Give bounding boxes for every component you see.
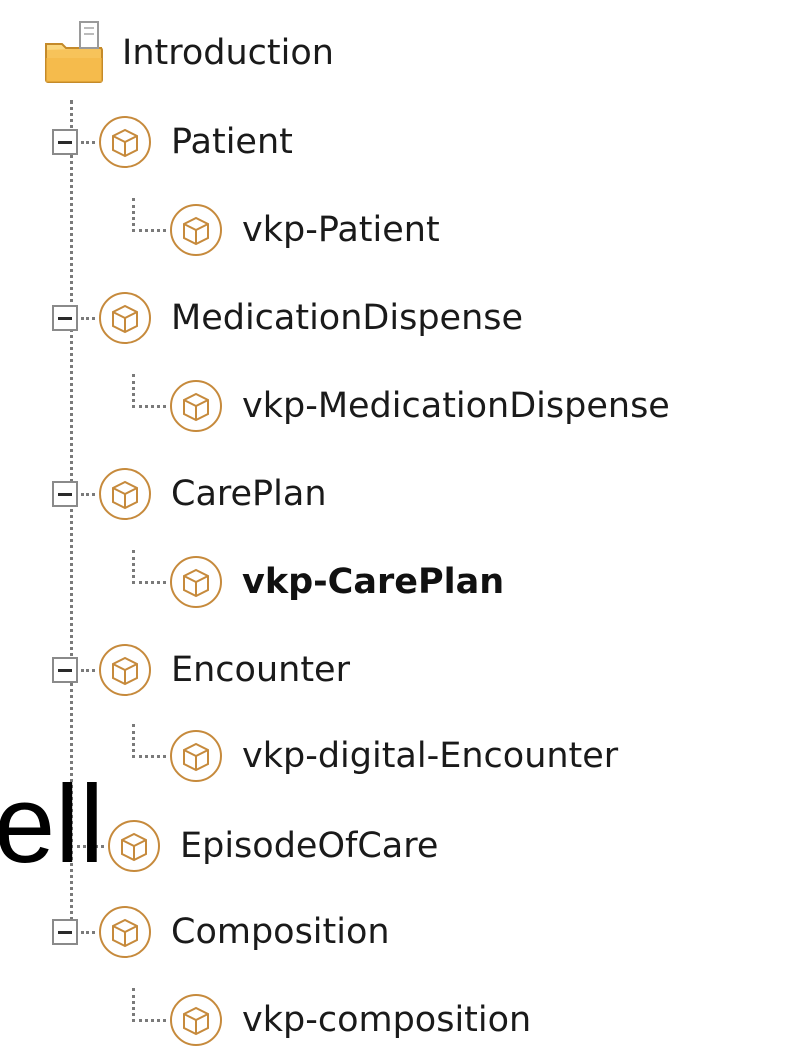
tree-node-encounter[interactable]: Encounter [52,636,350,704]
cube-icon [170,556,222,608]
tree-node-label: CarePlan [171,474,327,514]
tree-node-careplan[interactable]: CarePlan [52,460,327,528]
collapse-toggle[interactable] [52,129,78,155]
cube-icon [99,906,151,958]
collapse-toggle[interactable] [52,305,78,331]
tree-child-label: vkp-Patient [242,210,440,250]
cube-icon [170,204,222,256]
tree-child-label: vkp-composition [242,1000,532,1040]
tree-child-vkp-digital-encounter[interactable]: vkp-digital-Encounter [132,722,618,790]
tree-root-introduction[interactable]: Introduction [40,18,334,88]
cube-icon [170,380,222,432]
collapse-toggle[interactable] [52,919,78,945]
tree-child-vkp-composition[interactable]: vkp-composition [132,986,531,1054]
collapse-toggle[interactable] [52,657,78,683]
tree-child-label-selected: vkp-CarePlan [242,562,505,602]
overlay-text-fragment: ell [0,763,105,886]
folder-icon [45,21,103,83]
cube-icon [99,468,151,520]
tree-node-label: Patient [171,122,293,162]
tree-child-label: vkp-MedicationDispense [242,386,670,426]
cube-icon [99,292,151,344]
tree-child-vkp-patient[interactable]: vkp-Patient [132,196,440,264]
cube-icon [170,730,222,782]
tree-node-label: MedicationDispense [171,298,524,338]
tree-node-label: Encounter [171,650,350,690]
tree-node-medicationdispense[interactable]: MedicationDispense [52,284,523,352]
tree-node-patient[interactable]: Patient [52,108,293,176]
tree-node-episodeofcare[interactable]: EpisodeOfCare [70,812,438,880]
tree-node-label: EpisodeOfCare [180,826,439,866]
tree-root-label: Introduction [122,33,334,73]
collapse-toggle[interactable] [52,481,78,507]
tree-node-composition[interactable]: Composition [52,898,390,966]
cube-icon [170,994,222,1046]
cube-icon [108,820,160,872]
tree-child-label: vkp-digital-Encounter [242,736,619,776]
tree-child-vkp-careplan[interactable]: vkp-CarePlan [132,548,504,616]
cube-icon [99,116,151,168]
tree-node-label: Composition [171,912,390,952]
cube-icon [99,644,151,696]
tree-child-vkp-medicationdispense[interactable]: vkp-MedicationDispense [132,372,670,440]
